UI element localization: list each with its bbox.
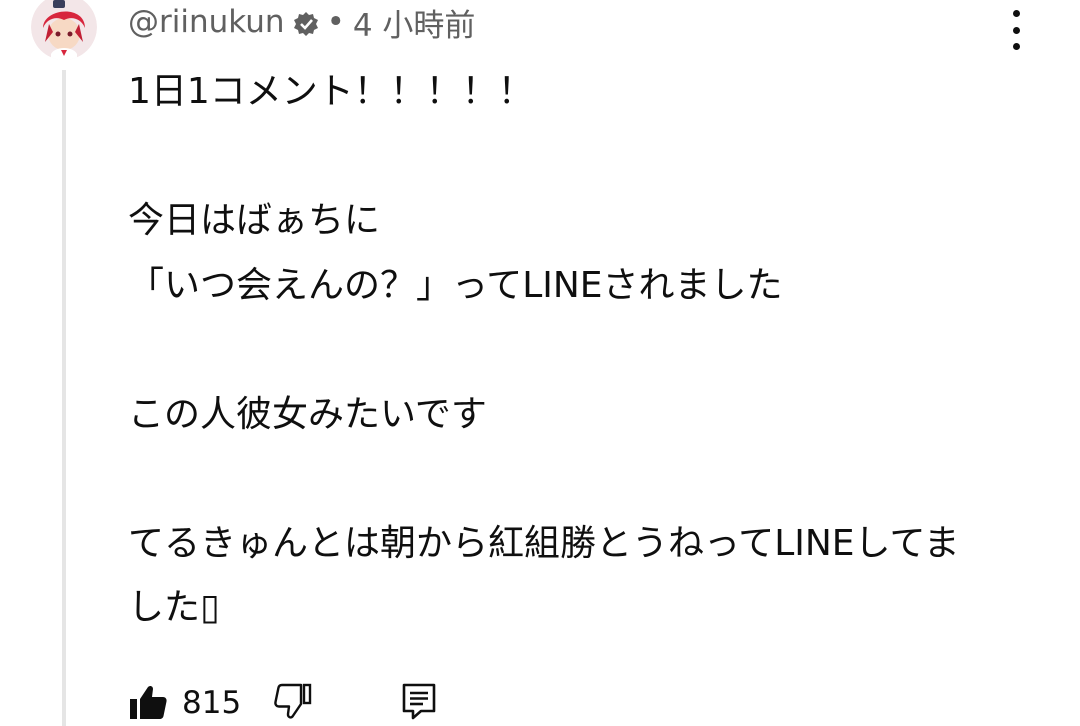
comment-text: 1日1コメント！！！！！ 今日はばぁちに 「いつ会えんの？」ってLINEされまし… bbox=[128, 60, 1028, 641]
comment-card: @riinukun • 4 小時前 1日1コメント！！！！！ 今日はばぁちに 「… bbox=[0, 0, 1080, 726]
comment-line: した▯ bbox=[128, 587, 220, 628]
comment-time: 4 小時前 bbox=[352, 7, 476, 44]
comment-blank-line bbox=[128, 447, 1028, 512]
thumb-up-filled-icon bbox=[130, 685, 167, 719]
comment-blank-line bbox=[128, 125, 1028, 190]
comment-line: 「いつ会えんの？」ってLINEされました bbox=[128, 264, 783, 306]
menu-dot bbox=[1012, 10, 1020, 17]
thread-line bbox=[62, 70, 66, 726]
comment-line: 1日1コメント！！！！！ bbox=[128, 71, 534, 112]
reply-comment-icon bbox=[402, 683, 436, 720]
reply-button[interactable] bbox=[401, 681, 437, 725]
header-separator: • bbox=[326, 4, 345, 40]
like-count: 815 bbox=[182, 685, 242, 721]
comment-blank-line bbox=[128, 318, 1028, 383]
comment-line: てるきゅんとは朝から紅組勝とうねってLINEしてま bbox=[128, 522, 960, 564]
verified-badge-icon bbox=[293, 9, 319, 36]
comment-line: この人彼女みたいです bbox=[128, 393, 487, 435]
more-vert-icon[interactable] bbox=[1001, 10, 1031, 50]
comment-line: 今日はばぁちに bbox=[128, 200, 381, 241]
menu-dot bbox=[1012, 43, 1020, 50]
comment-header: @riinukun • 4 小時前 bbox=[128, 2, 476, 44]
avatar[interactable] bbox=[31, 0, 97, 60]
author-name[interactable]: @riinukun bbox=[128, 4, 285, 40]
thumb-down-outline-icon bbox=[274, 683, 312, 719]
like-button[interactable]: 815 bbox=[128, 683, 241, 723]
dislike-button[interactable] bbox=[273, 681, 313, 725]
menu-dot bbox=[1012, 26, 1020, 34]
comment-actions: 815 bbox=[128, 680, 437, 726]
